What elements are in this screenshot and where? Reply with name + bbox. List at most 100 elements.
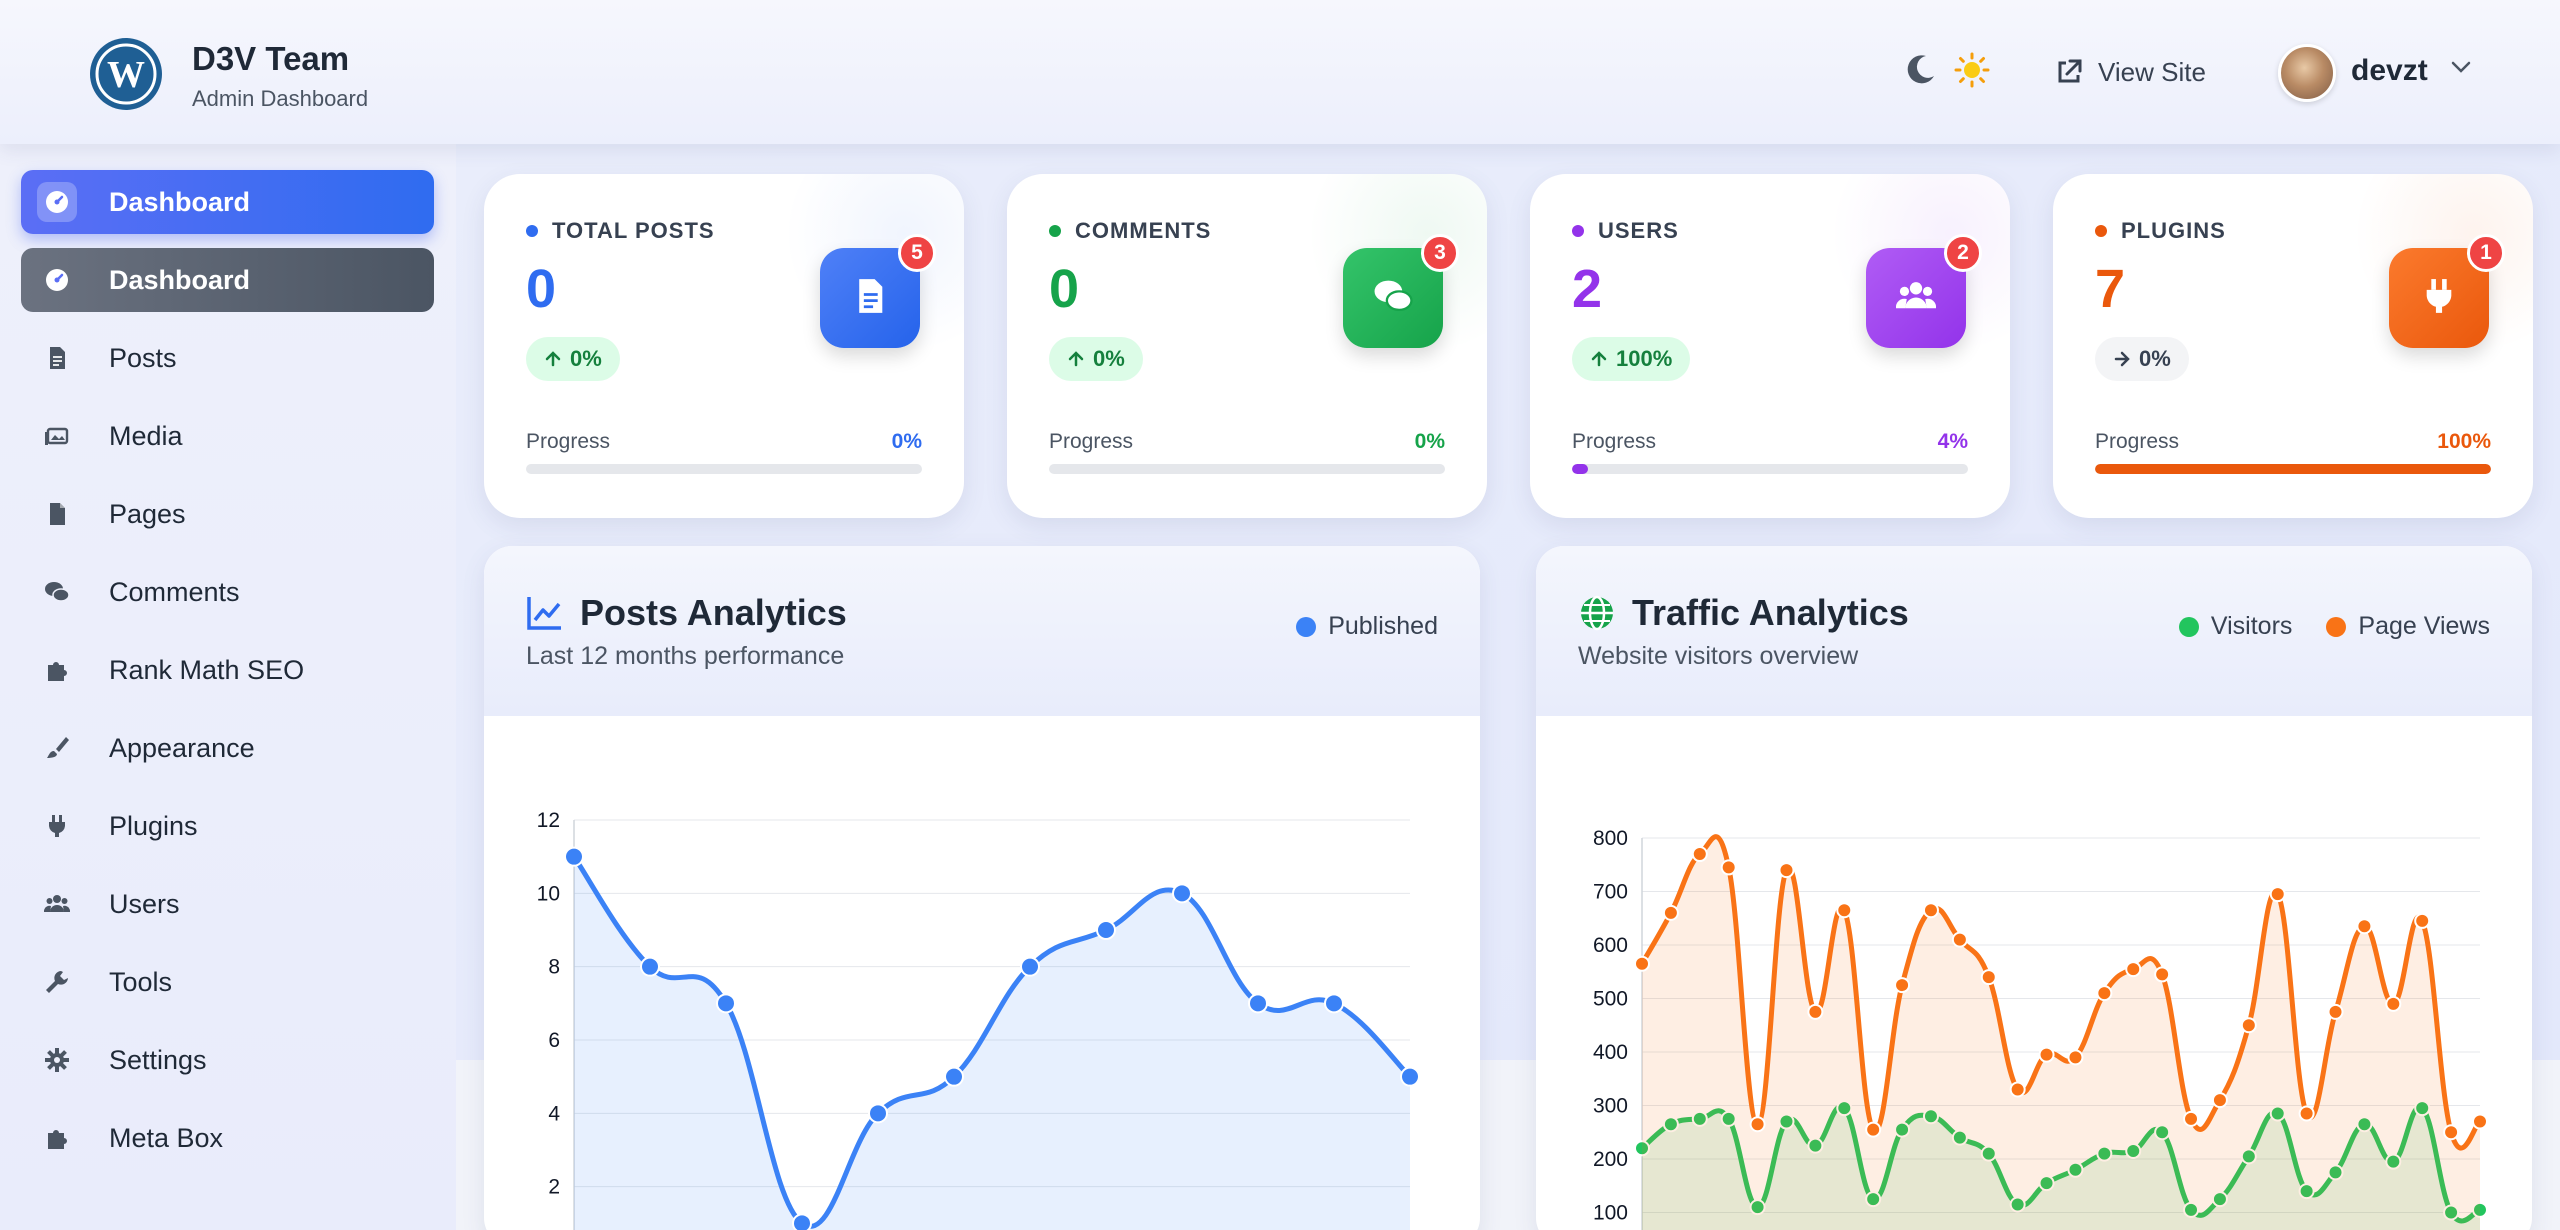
data-point[interactable] (2154, 966, 2171, 983)
progress-label: Progress (1049, 430, 1134, 453)
stat-card-total-posts[interactable]: TOTAL POSTS 0 0% 5 Progress 0% (484, 174, 964, 518)
sun-icon[interactable] (1954, 52, 1990, 88)
data-point[interactable] (2038, 1046, 2055, 1063)
stat-card-users[interactable]: USERS 2 100% 2 Progress 4% (1530, 174, 2010, 518)
posts-analytics-title: Posts Analytics (580, 592, 847, 633)
data-point[interactable] (640, 956, 660, 977)
dashboard-icon (37, 260, 77, 300)
sidebar-item-media[interactable]: Media (21, 404, 434, 468)
data-point[interactable] (1172, 883, 1192, 904)
data-point[interactable] (2125, 961, 2142, 978)
data-point[interactable] (944, 1066, 964, 1087)
data-point[interactable] (1020, 956, 1040, 977)
stat-label-text: PLUGINS (2121, 218, 2226, 243)
sidebar-item-meta-box[interactable]: Meta Box (21, 1106, 434, 1170)
data-point[interactable] (1865, 1121, 1882, 1138)
sidebar-item-users[interactable]: Users (21, 872, 434, 936)
data-point[interactable] (564, 846, 584, 867)
stat-label: PLUGINS (2095, 218, 2226, 244)
arrow-up-icon (1068, 351, 1084, 367)
data-point[interactable] (1980, 969, 1997, 986)
user-name[interactable]: devzt (2351, 54, 2428, 88)
sidebar-item-dashboard[interactable]: Dashboard (21, 170, 434, 234)
data-point[interactable] (2414, 912, 2431, 929)
sidebar-item-plugins[interactable]: Plugins (21, 794, 434, 858)
sidebar-item-label: Settings (109, 1044, 207, 1075)
legend-item-page-views[interactable]: Page Views (2326, 612, 2490, 641)
sidebar-item-posts[interactable]: Posts (21, 326, 434, 390)
view-site-link[interactable]: View Site (2054, 52, 2206, 92)
notification-badge: 2 (1944, 234, 1982, 272)
data-point[interactable] (1836, 902, 1853, 919)
arrow-up-icon (1591, 351, 1607, 367)
gear-icon (37, 1040, 77, 1080)
data-point[interactable] (716, 993, 736, 1014)
data-point[interactable] (1248, 993, 1268, 1014)
stat-value: 2 (1572, 259, 1603, 319)
data-point[interactable] (2443, 1124, 2460, 1141)
sidebar-item-comments[interactable]: Comments (21, 560, 434, 624)
data-point[interactable] (2298, 1105, 2315, 1122)
moon-icon[interactable] (1904, 52, 1938, 86)
series-area-published (574, 856, 1410, 1230)
data-point[interactable] (1749, 1116, 1766, 1133)
stat-card-comments[interactable]: COMMENTS 0 0% 3 Progress 0% (1007, 174, 1487, 518)
traffic-analytics-title: Traffic Analytics (1632, 592, 1909, 633)
data-point[interactable] (1691, 846, 1708, 863)
data-point[interactable] (1400, 1066, 1420, 1087)
notification-badge: 5 (898, 234, 936, 272)
sidebar-item-label: Appearance (109, 732, 255, 763)
sidebar-item-dashboard[interactable]: Dashboard (21, 248, 434, 312)
data-point[interactable] (1720, 859, 1737, 876)
data-point[interactable] (2327, 1003, 2344, 1020)
data-point[interactable] (2096, 985, 2113, 1002)
y-tick-label: 10 (537, 882, 560, 905)
svg-text:W: W (107, 54, 145, 96)
users-icon (37, 884, 77, 924)
y-tick-label: 4 (548, 1102, 560, 1125)
legend-item-visitors[interactable]: Visitors (2178, 612, 2292, 641)
data-point[interactable] (1662, 904, 1679, 921)
globe-icon (1578, 594, 1616, 632)
avatar[interactable] (2278, 44, 2336, 102)
data-point[interactable] (1634, 955, 1650, 972)
data-point[interactable] (1807, 1003, 1824, 1020)
y-tick-label: 12 (537, 809, 560, 832)
sidebar-item-rank-math-seo[interactable]: Rank Math SEO (21, 638, 434, 702)
data-point[interactable] (1778, 862, 1795, 879)
legend-item-published[interactable]: Published (1296, 612, 1438, 641)
data-point[interactable] (1922, 902, 1939, 919)
data-point[interactable] (1951, 931, 1968, 948)
data-point[interactable] (2009, 1081, 2026, 1098)
data-point[interactable] (2067, 1049, 2084, 1066)
y-tick-label: 300 (1593, 1095, 1628, 1118)
sidebar-item-label: Users (109, 888, 180, 919)
sidebar-item-tools[interactable]: Tools (21, 950, 434, 1014)
data-point[interactable] (1096, 920, 1116, 940)
puzzle-icon (37, 650, 77, 690)
puzzle-icon (37, 1118, 77, 1158)
sidebar-item-pages[interactable]: Pages (21, 482, 434, 546)
posts-legend: Published (1296, 612, 1438, 641)
data-point[interactable] (2211, 1092, 2228, 1109)
sidebar-item-settings[interactable]: Settings (21, 1028, 434, 1092)
chevron-down-icon[interactable] (2448, 54, 2474, 80)
data-point[interactable] (2240, 1017, 2257, 1034)
stat-card-plugins[interactable]: PLUGINS 7 0% 1 Progress 100% (2053, 174, 2533, 518)
data-point[interactable] (792, 1213, 812, 1230)
y-tick-label: 400 (1593, 1041, 1628, 1064)
y-tick-label: 100 (1593, 1202, 1628, 1225)
data-point[interactable] (2269, 886, 2286, 903)
data-point[interactable] (2356, 918, 2373, 935)
data-point[interactable] (1894, 977, 1911, 994)
data-point[interactable] (2472, 1113, 2488, 1130)
comments-icon (37, 572, 77, 612)
wordpress-logo-icon[interactable]: W (90, 38, 162, 110)
data-point[interactable] (2385, 995, 2402, 1012)
sidebar-item-appearance[interactable]: Appearance (21, 716, 434, 780)
stat-label: TOTAL POSTS (526, 218, 715, 244)
data-point[interactable] (1324, 993, 1344, 1014)
document-icon (850, 276, 890, 321)
data-point[interactable] (868, 1103, 888, 1124)
data-point[interactable] (2183, 1110, 2200, 1127)
